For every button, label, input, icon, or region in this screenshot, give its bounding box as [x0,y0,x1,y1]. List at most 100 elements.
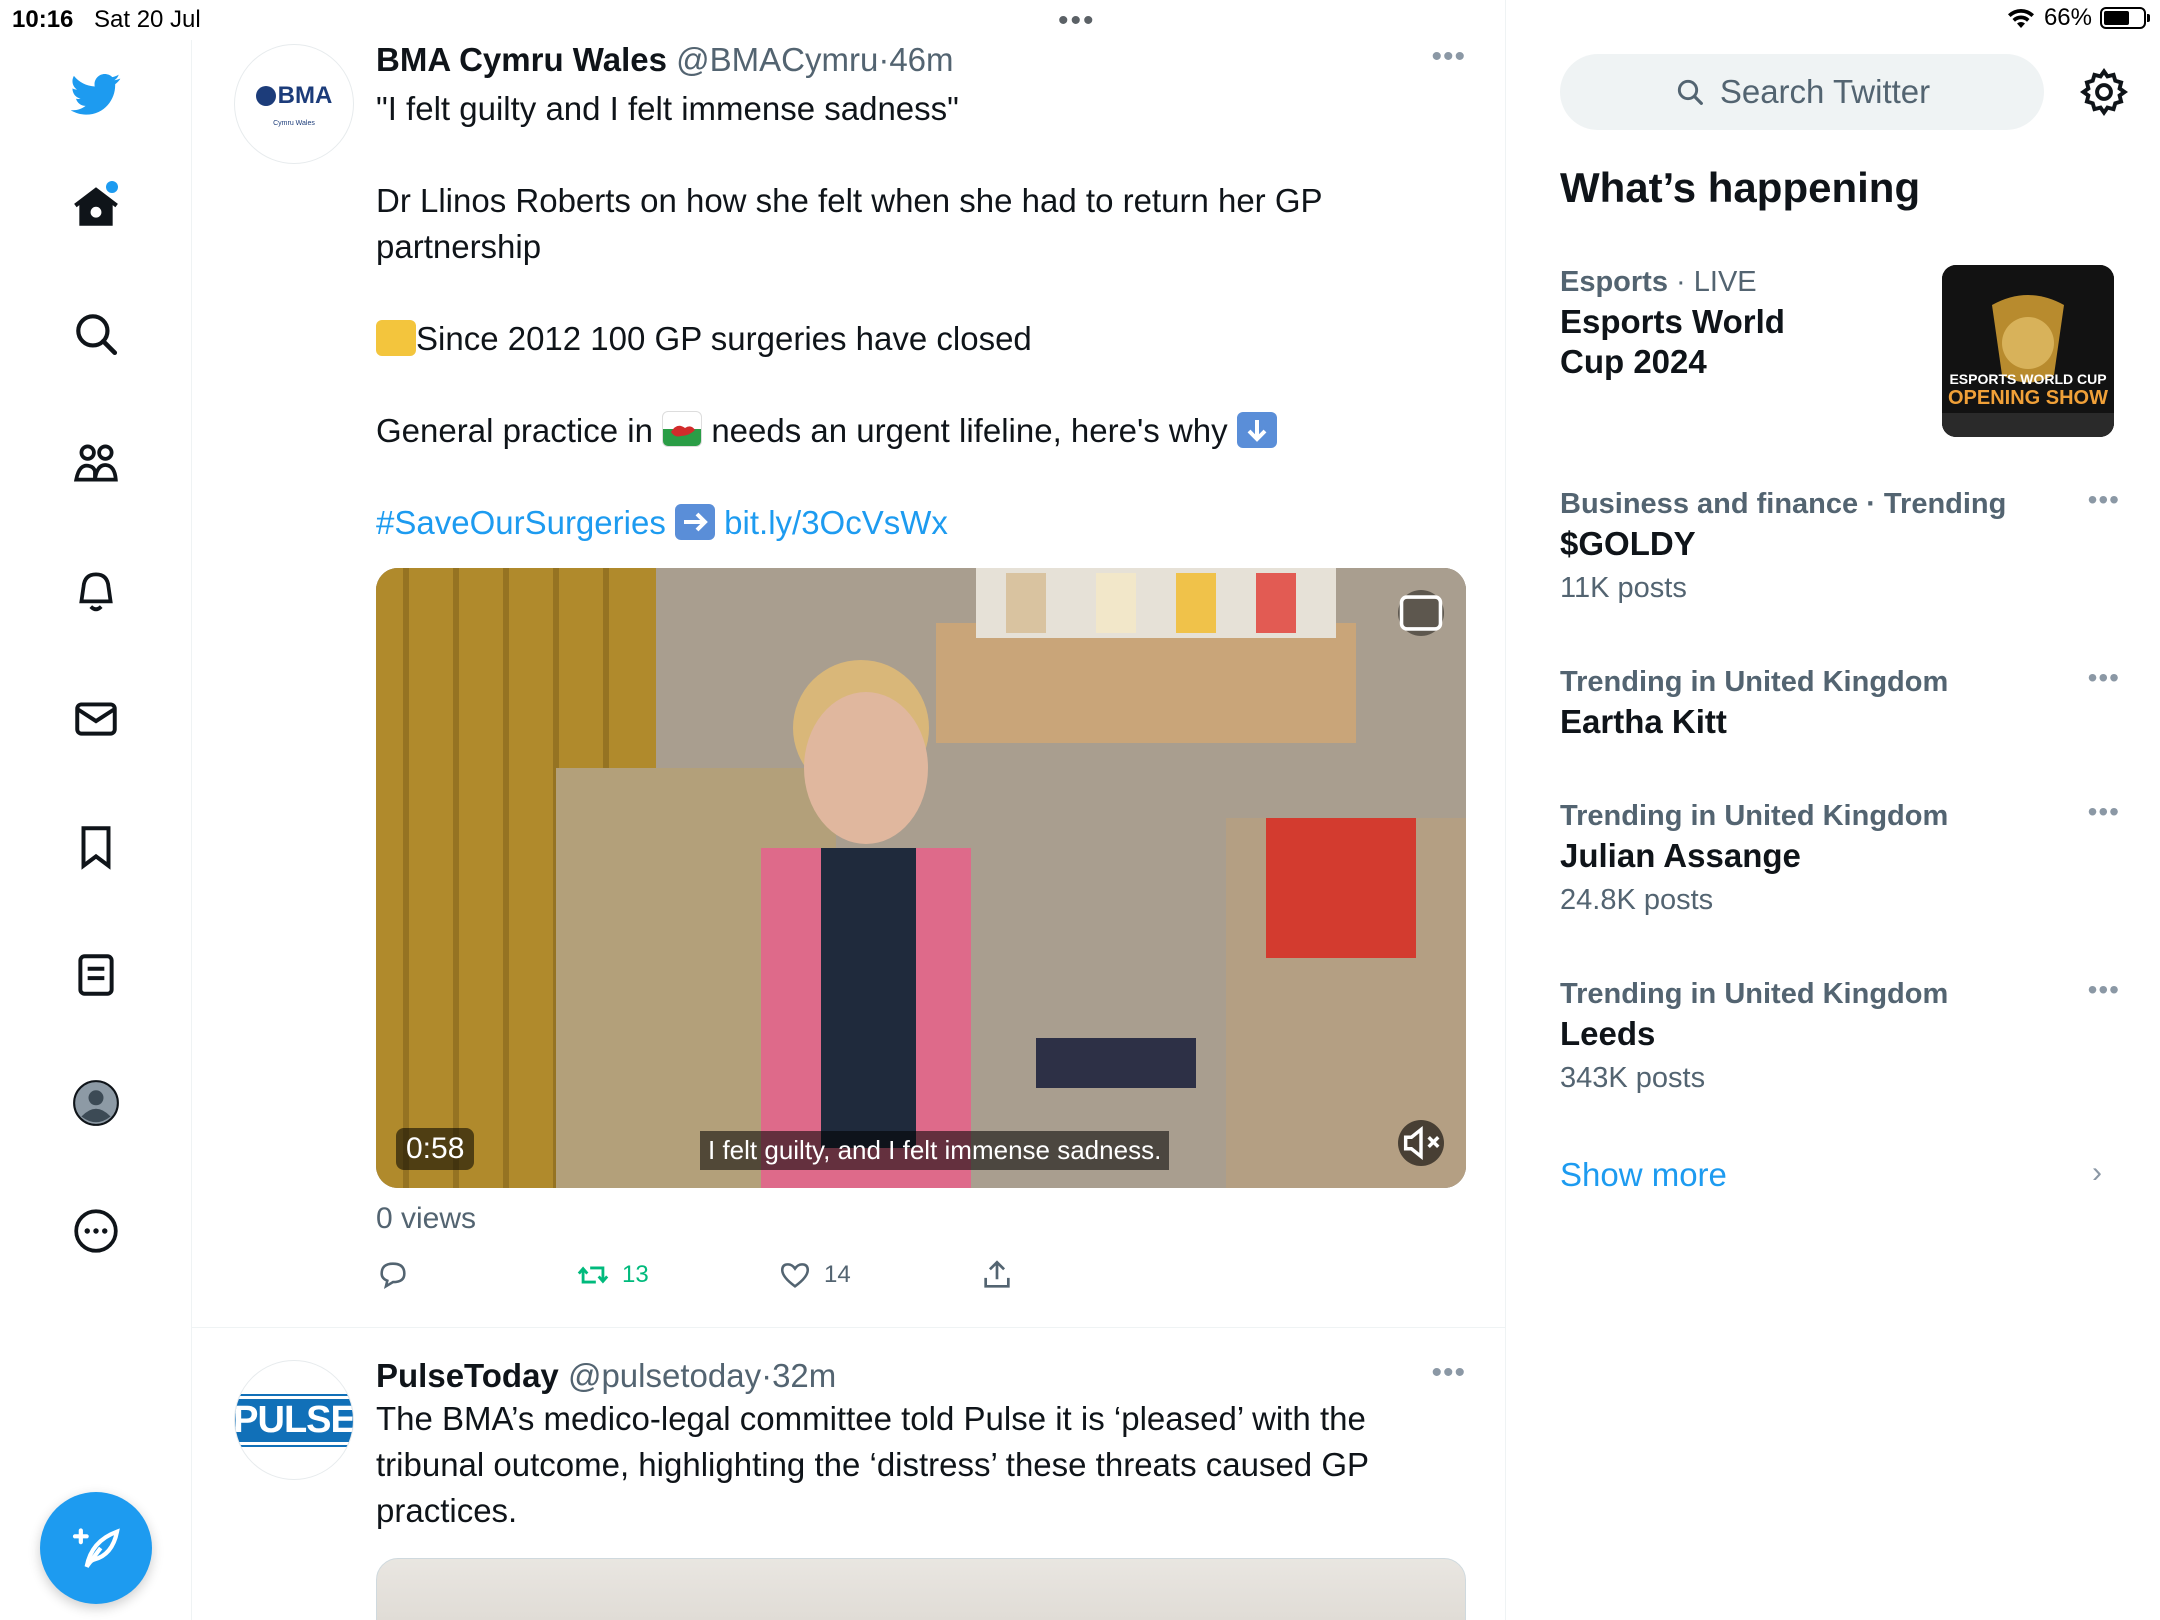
bookmarks-icon[interactable] [66,817,126,877]
retweet-count: 13 [622,1261,649,1288]
new-tweets-dot [106,181,118,193]
tweet-author-avatar[interactable]: BMA Cymru Wales [234,44,354,164]
tweet-author-handle[interactable]: @pulsetoday [568,1357,761,1394]
tweet-author-name[interactable]: BMA Cymru Wales [376,41,667,78]
tweet-video[interactable]: 0:58 I felt guilty, and I felt immense s… [376,568,1466,1188]
status-date: Sat 20 Jul [94,6,201,33]
trend-item[interactable]: Trending in United Kingdom Leeds 343K po… [1560,974,2120,1098]
tweet-line-closed-wrap: Since 2012 100 GP surgeries have closed [376,316,1466,362]
trend-item[interactable]: Trending in United Kingdom Eartha Kitt •… [1560,662,2120,742]
tweet-more-options-icon[interactable]: ••• [1431,40,1466,74]
tweet-line-closed: Since 2012 100 GP surgeries have closed [416,320,1032,357]
hashtag-link[interactable]: #SaveOurSurgeries [376,504,666,541]
trend-more-options-icon[interactable]: ••• [2088,796,2120,828]
tweet-author-handle[interactable]: @BMACymru [676,41,878,78]
show-more-link[interactable]: Show more [1560,1156,1727,1194]
video-duration: 0:58 [396,1128,475,1170]
gear-icon[interactable] [2078,66,2130,118]
search-icon [1677,79,1703,105]
timeline: BMA Cymru Wales BMA Cymru Wales @BMACymr… [192,0,1506,1620]
tweet-line-practice-b: needs an urgent lifeline, here's why [711,412,1228,449]
communities-icon[interactable] [66,433,126,493]
tweet-more-options-icon[interactable]: ••• [1431,1356,1466,1390]
messages-icon[interactable] [66,689,126,749]
retweet-button[interactable]: 13 [576,1258,649,1292]
chevron-right-icon[interactable]: › [2092,1156,2102,1190]
heart-icon [780,1263,810,1288]
trend-category: Trending in United Kingdom [1560,666,1949,698]
tweet[interactable]: PULSE PulseToday @pulsetoday·32m ••• The… [192,1328,1506,1620]
video-frame [376,568,1466,1188]
right-arrow-emoji-icon [675,504,715,540]
tweet-separator: · [761,1357,773,1394]
trend-more-options-icon[interactable]: ••• [2088,662,2120,694]
wales-flag-emoji-icon [662,411,703,447]
trend-category: Business and finance · Trending [1560,488,2007,520]
trend-item[interactable]: Trending in United Kingdom Julian Assang… [1560,796,2120,920]
status-time: 10:16 [12,6,74,33]
trend-category: Trending in United Kingdom [1560,800,1949,832]
search-icon[interactable] [66,304,126,364]
tweet-line-practice-a: General practice in [376,412,653,449]
bma-logo: BMA [255,82,332,110]
tweet-author-name[interactable]: PulseToday [376,1357,559,1394]
notifications-icon[interactable] [66,561,126,621]
globe-icon [255,85,276,106]
like-button[interactable]: 14 [778,1258,851,1292]
tweet-text: "I felt guilty and I felt immense sadnes… [376,86,1466,546]
share-icon [984,1260,1010,1288]
twitter-logo-icon[interactable] [66,64,126,124]
tweet[interactable]: BMA Cymru Wales BMA Cymru Wales @BMACymr… [192,40,1506,1328]
tweet-media-preview[interactable] [376,1558,1466,1620]
tweet-line-links: #SaveOurSurgeries bit.ly/3OcVsWx [376,500,1466,546]
short-url-link[interactable]: bit.ly/3OcVsWx [724,504,948,541]
retweet-icon [577,1266,609,1284]
esports-image-subtitle: OPENING SHOW [1947,387,2108,409]
tweet-author-avatar[interactable]: PULSE [234,1360,354,1480]
home-icon[interactable] [66,177,126,237]
trend-post-count: 343K posts [1560,1062,1706,1094]
esports-image-title: ESPORTS WORLD CUP [1949,371,2107,387]
more-icon[interactable] [66,1201,126,1261]
video-caption: I felt guilty, and I felt immense sadnes… [700,1131,1170,1170]
like-count: 14 [824,1261,851,1288]
trend-item[interactable]: Business and finance · Trending $GOLDY 1… [1560,484,2120,608]
mute-icon[interactable] [1398,1120,1444,1166]
tweet-line-story: Dr Llinos Roberts on how she felt when s… [376,182,1322,265]
trend-category: Trending in United Kingdom [1560,978,1949,1010]
right-sidebar: Search Twitter What’s happening Esports … [1506,0,2160,1620]
trend-category-label: Esports [1560,266,1668,298]
trend-title: Julian Assange [1560,837,1801,874]
tweet-separator: · [878,41,890,78]
reply-button[interactable] [376,1258,410,1292]
profile-avatar[interactable] [66,1073,126,1133]
tweet-text: The BMA’s medico-legal committee told Pu… [376,1400,1369,1529]
esports-trend-image[interactable]: ESPORTS WORLD CUP OPENING SHOW [1942,265,2114,437]
whats-happening-heading: What’s happening [1560,164,1921,211]
trend-more-options-icon[interactable]: ••• [2088,974,2120,1006]
trend-post-count: 24.8K posts [1560,884,1714,916]
lists-icon[interactable] [66,945,126,1005]
tweet-header: BMA Cymru Wales @BMACymru·46m [376,40,1466,80]
trend-live-label: · LIVE [1676,266,1757,298]
share-button[interactable] [980,1258,1014,1292]
pulse-logo: PULSE [235,1393,353,1447]
search-box[interactable]: Search Twitter [1560,54,2044,130]
reply-icon [380,1262,406,1290]
captions-icon[interactable] [1398,590,1444,636]
search-placeholder: Search Twitter [1719,73,1931,110]
trend-post-count: 11K posts [1560,572,1687,604]
trend-title: $GOLDY [1560,525,1696,562]
tweet-views: 0 views [376,1202,477,1235]
tweet-line-quote: "I felt guilty and I felt immense sadnes… [376,90,959,127]
tweet-timestamp[interactable]: 32m [772,1357,836,1394]
trend-more-options-icon[interactable]: ••• [2088,484,2120,516]
compose-tweet-icon [72,1528,120,1568]
down-arrow-emoji-icon [1236,412,1277,448]
tweet-timestamp[interactable]: 46m [889,41,953,78]
trend-title: Leeds [1560,1015,1656,1052]
compose-tweet-button[interactable] [40,1492,152,1604]
bma-logo-subtitle: Cymru Wales [273,119,315,127]
locked-emoji-icon [376,320,416,356]
tweet-header: PulseToday @pulsetoday·32m [376,1356,1466,1396]
